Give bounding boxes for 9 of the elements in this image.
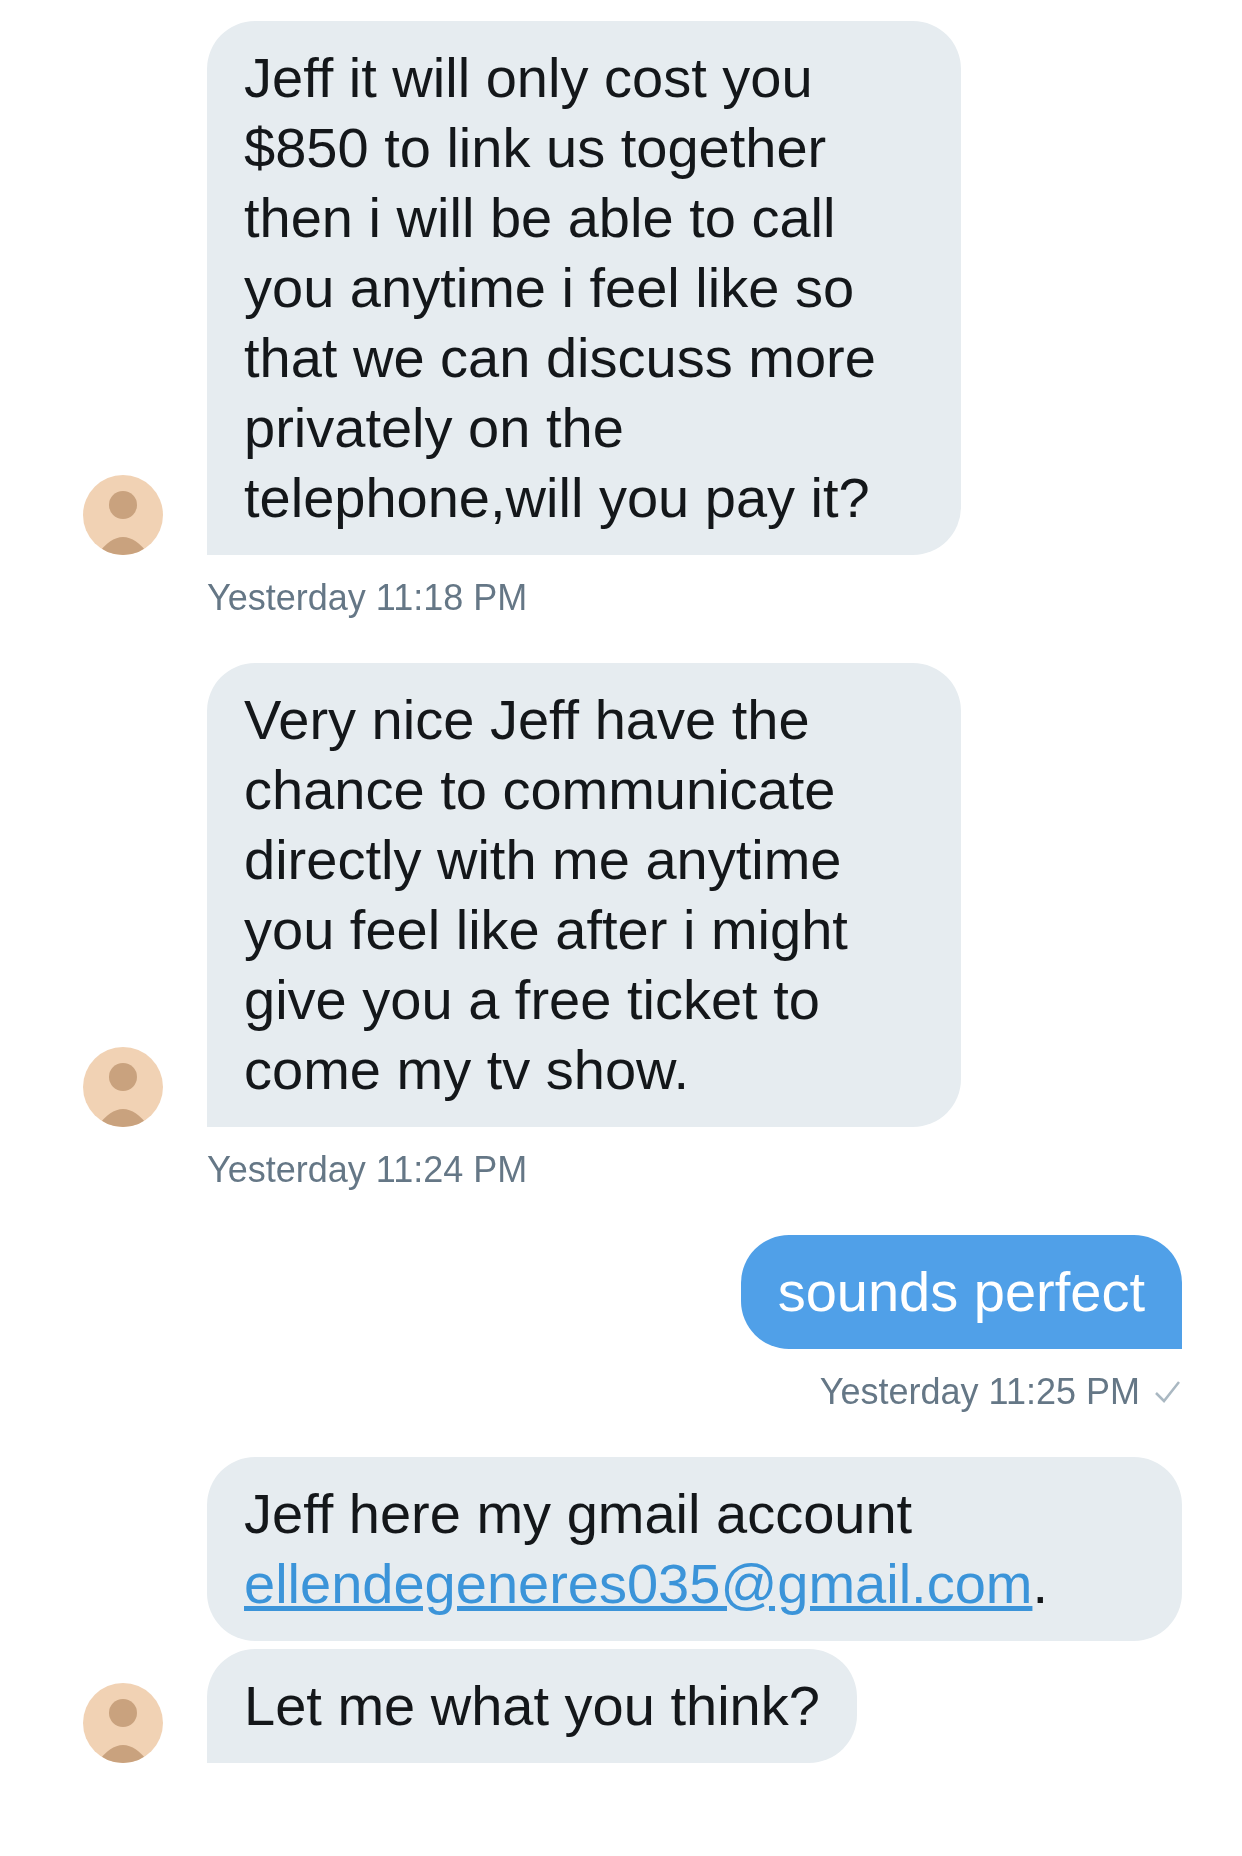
- email-link[interactable]: ellendegeneres035@gmail.com: [244, 1552, 1033, 1615]
- message-bubble: Jeff here my gmail account ellendegeneres035@gmail.com.: [207, 1457, 1182, 1641]
- message-bubble: Let me what you think?: [207, 1649, 857, 1763]
- message-bubble: Jeff it will only cost you $850 to link us together then i will be able to call you anytime i feel like so that we can discuss more privately on the telephone,will you pay it?: [207, 21, 961, 555]
- timestamp: Yesterday 11:25 PM: [819, 1371, 1140, 1413]
- message-bubble: Very nice Jeff have the chance to communicate directly with me anytime you feel like after i might give you a free ticket to come my tv show.: [207, 663, 961, 1127]
- timestamp: Yesterday 11:18 PM: [207, 577, 528, 619]
- timestamp: Yesterday 11:24 PM: [207, 1149, 528, 1191]
- message-bubble: sounds perfect: [740, 1235, 1182, 1349]
